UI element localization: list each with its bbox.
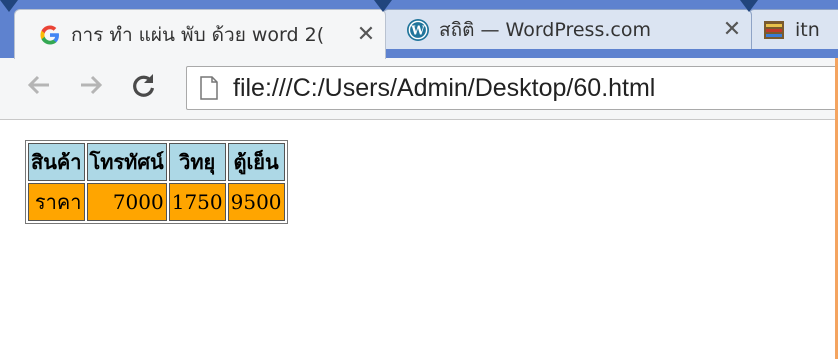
wordpress-icon: W xyxy=(405,17,431,43)
svg-text:W: W xyxy=(410,23,425,37)
table-header-cell: ตู้เย็น xyxy=(227,143,285,181)
browser-toolbar: file:///C:/Users/Admin/Desktop/60.html xyxy=(0,58,838,120)
tab-title: itn xyxy=(795,18,820,41)
table-header-cell: สินค้า xyxy=(28,143,85,181)
page-icon xyxy=(199,76,219,104)
table-header-row: สินค้า โทรทัศน์ วิทยุ ตู้เย็น xyxy=(28,143,285,181)
close-icon[interactable]: ✕ xyxy=(351,22,381,47)
reload-button[interactable] xyxy=(126,70,160,104)
table-header-cell: วิทยุ xyxy=(168,143,226,181)
forward-button[interactable] xyxy=(74,70,108,104)
back-button[interactable] xyxy=(22,70,56,104)
table-row: ราคา 7000 1750 9500 xyxy=(28,183,285,221)
table-cell: 1750 xyxy=(168,183,226,221)
reload-icon xyxy=(128,70,158,104)
table-header-cell: โทรทัศน์ xyxy=(86,143,167,181)
tab-itn[interactable]: itn xyxy=(748,9,838,49)
tab-corner xyxy=(740,0,758,12)
close-icon[interactable]: ✕ xyxy=(717,17,747,42)
table-cell: 7000 xyxy=(86,183,167,221)
tab-title: สถิติ — WordPress.com xyxy=(439,18,651,41)
url-text: file:///C:/Users/Admin/Desktop/60.html xyxy=(233,74,656,102)
google-icon xyxy=(37,22,63,48)
tab-title: การ ทำ แผ่น พับ ด้วย word 2( xyxy=(71,23,325,46)
page-icon xyxy=(761,17,787,43)
arrow-left-icon xyxy=(25,71,53,103)
table-cell: 9500 xyxy=(227,183,285,221)
tab-google-search[interactable]: การ ทำ แผ่น พับ ด้วย word 2( ✕ xyxy=(14,9,386,59)
price-table: สินค้า โทรทัศน์ วิทยุ ตู้เย็น ราคา 7000 … xyxy=(25,140,288,224)
address-bar[interactable]: file:///C:/Users/Admin/Desktop/60.html xyxy=(186,66,838,110)
tab-corner xyxy=(0,0,18,12)
table-cell: ราคา xyxy=(28,183,85,221)
arrow-right-icon xyxy=(77,71,105,103)
tab-corner xyxy=(374,0,392,12)
page-content: สินค้า โทรทัศน์ วิทยุ ตู้เย็น ราคา 7000 … xyxy=(0,120,838,359)
tab-strip: การ ทำ แผ่น พับ ด้วย word 2( ✕ W สถิติ —… xyxy=(0,0,838,59)
tab-wordpress[interactable]: W สถิติ — WordPress.com ✕ xyxy=(382,9,752,49)
